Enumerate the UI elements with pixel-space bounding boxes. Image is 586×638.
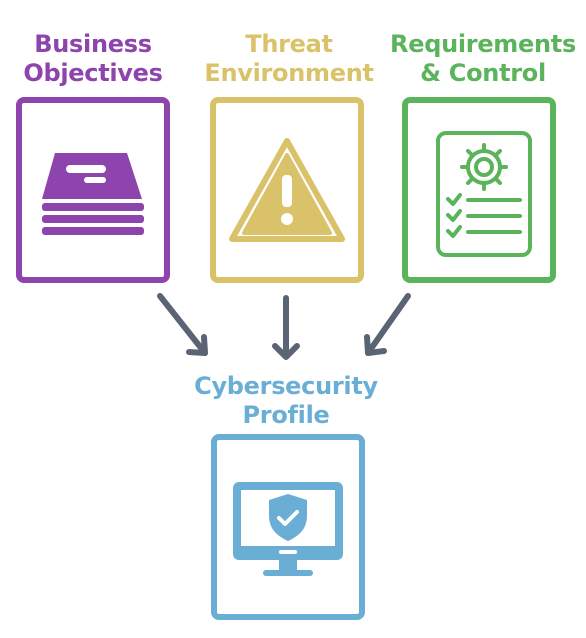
cybersecurity-profile-card bbox=[211, 434, 365, 620]
profile-label-line2: Profile bbox=[242, 401, 330, 429]
arrow-business-to-profile bbox=[157, 293, 208, 356]
profile-label-line1: Cybersecurity bbox=[194, 372, 378, 400]
arrow-requirements-to-profile bbox=[364, 293, 411, 356]
arrow-threat-to-profile bbox=[272, 295, 300, 360]
cybersecurity-profile-label: Cybersecurity Profile bbox=[186, 372, 386, 430]
monitor-shield-icon bbox=[233, 482, 343, 576]
